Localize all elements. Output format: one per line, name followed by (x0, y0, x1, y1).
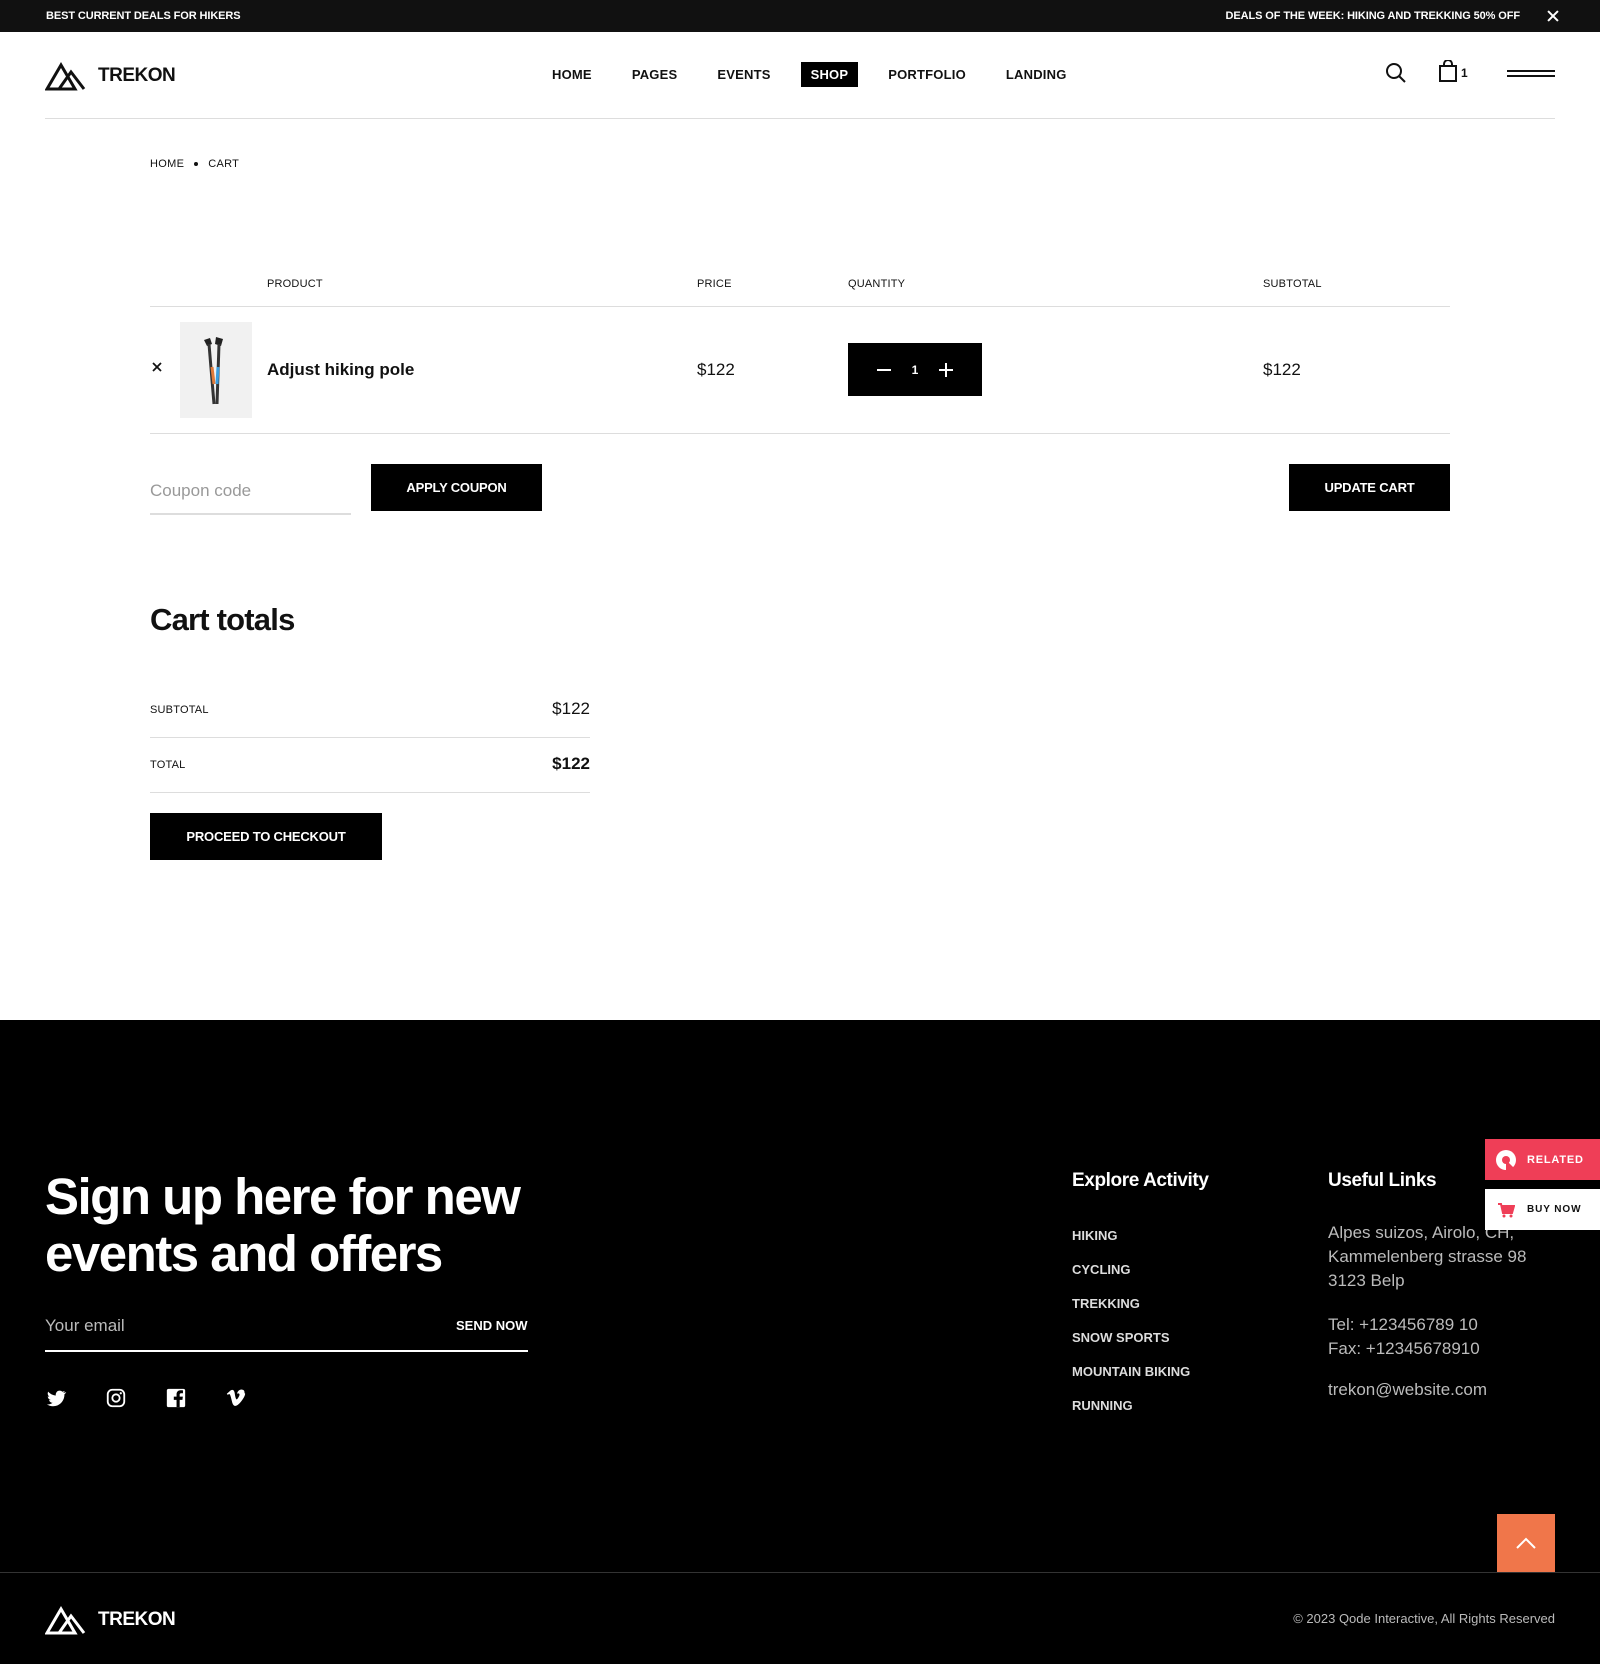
product-subtotal: $122 (1263, 360, 1301, 379)
promo-left-text: BEST CURRENT DEALS FOR HIKERS (46, 10, 241, 22)
quantity-stepper: 1 (848, 343, 982, 396)
related-label: RELATED (1527, 1153, 1584, 1166)
promo-bar: BEST CURRENT DEALS FOR HIKERS DEALS OF T… (0, 0, 1600, 32)
activity-link-cycling[interactable]: CYCLING (1072, 1262, 1131, 1277)
proceed-to-checkout-button[interactable]: PROCEED TO CHECKOUT (150, 813, 382, 860)
totals-total-label: TOTAL (150, 759, 186, 771)
breadcrumb-current: CART (208, 158, 240, 170)
nav-home[interactable]: HOME (542, 62, 602, 87)
vimeo-icon[interactable] (225, 1387, 247, 1409)
contact-email-link[interactable]: trekon@website.com (1328, 1378, 1487, 1402)
divider (150, 433, 1450, 434)
send-now-button[interactable]: SEND NOW (456, 1318, 528, 1333)
useful-links-heading: Useful Links (1328, 1170, 1437, 1191)
coupon-code-input[interactable] (150, 464, 351, 515)
activity-link-mountain-biking[interactable]: MOUNTAIN BIKING (1072, 1364, 1190, 1379)
totals-subtotal-value: $122 (552, 699, 590, 718)
product-thumbnail[interactable] (180, 322, 252, 418)
twitter-icon[interactable] (45, 1387, 67, 1409)
mountain-logo-icon (45, 1606, 86, 1635)
promo-right-text[interactable]: DEALS OF THE WEEK: HIKING AND TREKKING 5… (1226, 10, 1521, 22)
divider (150, 306, 1450, 307)
activity-link-trekking[interactable]: TREKKING (1072, 1296, 1140, 1311)
header-product: PRODUCT (267, 278, 323, 290)
copyright-text: © 2023 Qode Interactive, All Rights Rese… (1293, 1611, 1555, 1626)
update-cart-button[interactable]: UPDATE CART (1289, 464, 1450, 511)
breadcrumb-home[interactable]: HOME (150, 158, 184, 170)
logo-text: TREKON (98, 1608, 176, 1630)
apply-coupon-button[interactable]: APPLY COUPON (371, 464, 542, 511)
cart-icon (1498, 1202, 1515, 1217)
facebook-icon[interactable] (165, 1387, 187, 1409)
address-line: 3123 Belp (1328, 1271, 1405, 1290)
header-quantity: QUANTITY (848, 278, 906, 290)
divider (150, 737, 590, 738)
totals-total-value: $122 (552, 754, 590, 773)
quantity-value[interactable]: 1 (909, 363, 921, 377)
mountain-logo-icon (45, 62, 86, 91)
nav-shop[interactable]: SHOP (800, 62, 859, 87)
shopping-bag-icon[interactable] (1438, 60, 1458, 82)
header-subtotal: SUBTOTAL (1263, 278, 1322, 290)
nav-events[interactable]: EVENTS (707, 62, 780, 87)
nav-landing[interactable]: LANDING (996, 62, 1077, 87)
phone-number[interactable]: Tel: +123456789 10 (1328, 1313, 1478, 1337)
header-price: PRICE (697, 278, 732, 290)
site-header: TREKON HOME PAGES EVENTS SHOP PORTFOLIO … (45, 32, 1555, 119)
cart-count-badge: 1 (1461, 66, 1468, 80)
explore-activity-heading: Explore Activity (1072, 1170, 1209, 1191)
search-icon[interactable] (1385, 62, 1407, 84)
hamburger-menu-icon[interactable] (1507, 70, 1555, 80)
breadcrumb: HOME CART (150, 158, 239, 170)
remove-item-icon[interactable] (150, 360, 164, 374)
breadcrumb-separator (194, 162, 199, 166)
product-name-link[interactable]: Adjust hiking pole (267, 360, 414, 380)
related-icon (1496, 1149, 1516, 1170)
related-button[interactable]: RELATED (1485, 1139, 1600, 1180)
close-icon[interactable] (1544, 7, 1562, 25)
main-nav: HOME PAGES EVENTS SHOP PORTFOLIO LANDING (542, 62, 1097, 87)
buy-now-button[interactable]: BUY NOW (1485, 1189, 1600, 1230)
fax-number: Fax: +12345678910 (1328, 1339, 1480, 1358)
activity-link-hiking[interactable]: HIKING (1072, 1228, 1118, 1243)
totals-subtotal-label: SUBTOTAL (150, 704, 209, 716)
hiking-pole-image (204, 337, 223, 405)
back-to-top-button[interactable] (1497, 1514, 1555, 1572)
chevron-up-icon (1516, 1537, 1536, 1549)
divider (150, 792, 590, 793)
activity-link-running[interactable]: RUNNING (1072, 1398, 1133, 1413)
nav-portfolio[interactable]: PORTFOLIO (878, 62, 976, 87)
minus-icon[interactable] (877, 363, 891, 377)
instagram-icon[interactable] (105, 1387, 127, 1409)
cart-totals-heading: Cart totals (150, 602, 295, 637)
footer-logo[interactable]: TREKON (45, 1604, 176, 1635)
address-line: Kammelenberg strasse 98 (1328, 1247, 1527, 1266)
nav-pages[interactable]: PAGES (622, 62, 688, 87)
signup-heading: Sign up here for new events and offers (45, 1168, 521, 1282)
plus-icon[interactable] (939, 362, 953, 377)
product-price: $122 (697, 360, 735, 379)
logo-text: TREKON (98, 64, 176, 86)
site-footer: Sign up here for new events and offers S… (0, 1020, 1600, 1664)
buy-now-label: BUY NOW (1527, 1204, 1582, 1215)
divider (0, 1572, 1600, 1573)
logo[interactable]: TREKON (45, 60, 176, 91)
activity-link-snow-sports[interactable]: SNOW SPORTS (1072, 1330, 1170, 1345)
